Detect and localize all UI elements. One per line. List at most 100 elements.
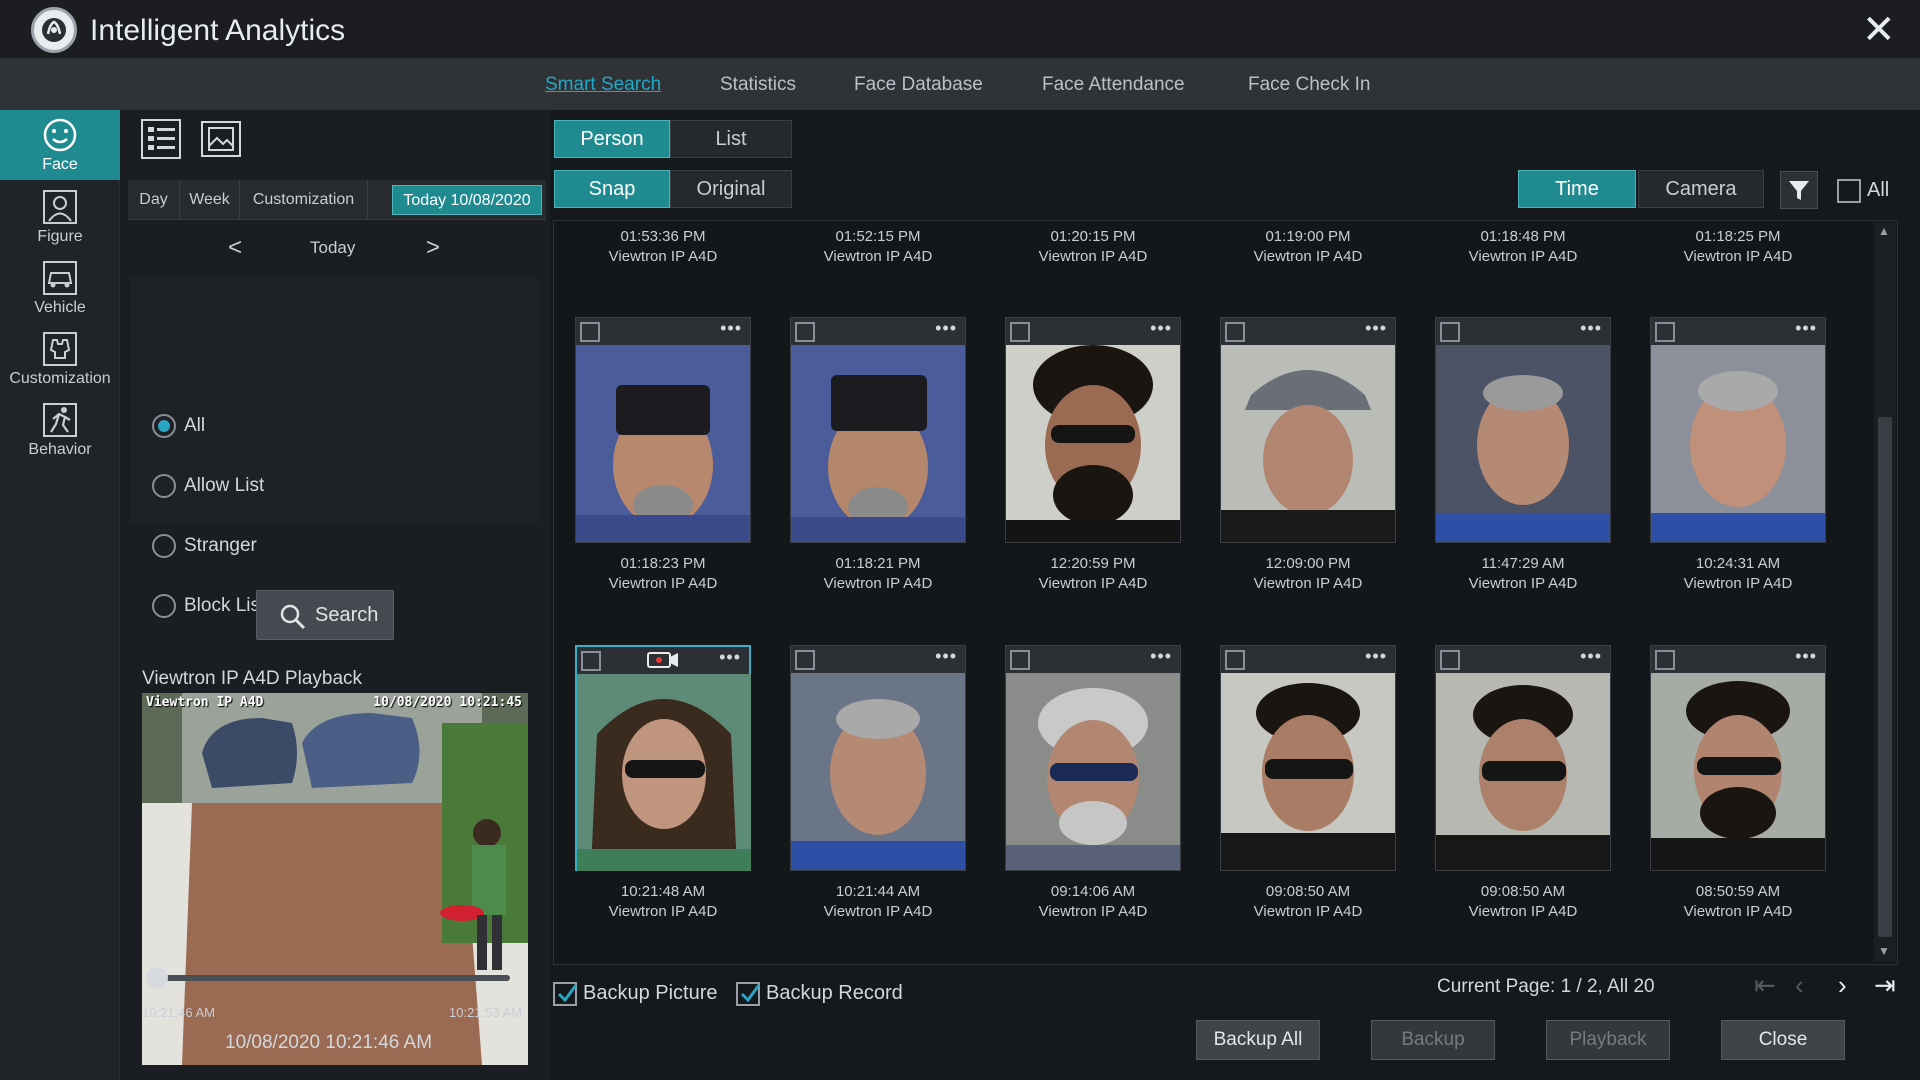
more-options-icon[interactable]: ••• xyxy=(720,318,742,339)
radio-all[interactable] xyxy=(152,414,176,438)
next-day-arrow[interactable]: > xyxy=(426,234,440,262)
tab-face-check-in[interactable]: Face Check In xyxy=(1248,74,1371,96)
card-checkbox[interactable] xyxy=(1010,650,1030,670)
image-original[interactable]: Original xyxy=(670,170,792,208)
select-all-checkbox[interactable] xyxy=(1837,179,1861,203)
card-checkbox[interactable] xyxy=(580,322,600,342)
face-card[interactable]: ••• xyxy=(790,645,966,871)
close-window-icon[interactable]: ✕ xyxy=(1862,10,1896,50)
face-card[interactable]: ••• xyxy=(1005,645,1181,871)
face-card[interactable]: ••• xyxy=(1435,645,1611,871)
card-checkbox[interactable] xyxy=(1225,322,1245,342)
next-page-icon[interactable]: › xyxy=(1838,970,1847,1001)
sidebar-item-face[interactable]: Face xyxy=(0,110,120,180)
more-options-icon[interactable]: ••• xyxy=(1795,646,1817,667)
face-card[interactable]: ••• xyxy=(790,317,966,543)
card-checkbox[interactable] xyxy=(1655,650,1675,670)
more-options-icon[interactable]: ••• xyxy=(1580,646,1602,667)
card-checkbox[interactable] xyxy=(1440,650,1460,670)
card-checkbox[interactable] xyxy=(1655,322,1675,342)
face-card[interactable]: ••• xyxy=(1005,317,1181,543)
last-page-icon[interactable]: ⇥ xyxy=(1874,970,1896,1001)
sidebar-item-customization[interactable]: Customization xyxy=(0,324,120,394)
card-checkbox[interactable] xyxy=(795,322,815,342)
filter-button[interactable] xyxy=(1780,171,1818,209)
backup-all-button[interactable]: Backup All xyxy=(1196,1020,1320,1060)
mode-person[interactable]: Person xyxy=(554,120,670,158)
scrollbar-thumb[interactable] xyxy=(1878,417,1892,937)
radio-block-list[interactable] xyxy=(152,594,176,618)
search-button[interactable]: Search xyxy=(256,590,394,640)
playback-slider-track[interactable] xyxy=(160,975,510,981)
period-customization[interactable]: Customization xyxy=(240,180,368,220)
more-options-icon[interactable]: ••• xyxy=(1150,318,1172,339)
list-view-icon[interactable] xyxy=(140,118,182,160)
sort-camera[interactable]: Camera xyxy=(1638,170,1764,208)
face-thumbnail xyxy=(577,674,751,871)
face-card[interactable]: ••• xyxy=(575,317,751,543)
face-card[interactable]: ••• xyxy=(1220,645,1396,871)
backup-picture-label: Backup Picture xyxy=(583,982,718,1004)
playback-button[interactable]: Playback xyxy=(1546,1020,1670,1060)
list-item: 12:09:00 PM Viewtron IP A4D xyxy=(1253,555,1363,592)
list-item: 09:08:50 AM Viewtron IP A4D xyxy=(1468,883,1578,920)
radio-label-all: All xyxy=(184,415,206,436)
list-item: 01:52:15 PM Viewtron IP A4D xyxy=(823,228,933,265)
mode-list[interactable]: List xyxy=(670,120,792,158)
list-item: 01:20:15 PM Viewtron IP A4D xyxy=(1038,228,1148,265)
period-day[interactable]: Day xyxy=(128,180,180,220)
card-checkbox[interactable] xyxy=(795,650,815,670)
card-checkbox[interactable] xyxy=(1440,322,1460,342)
card-checkbox[interactable] xyxy=(1010,322,1030,342)
face-card[interactable]: ••• xyxy=(1650,645,1826,871)
previous-page-icon[interactable]: ‹ xyxy=(1795,970,1804,1001)
more-options-icon[interactable]: ••• xyxy=(1365,646,1387,667)
more-options-icon[interactable]: ••• xyxy=(1365,318,1387,339)
results-scrollbar[interactable]: ▲ ▼ xyxy=(1874,222,1896,962)
radio-allow-list[interactable] xyxy=(152,474,176,498)
card-checkbox[interactable] xyxy=(581,651,601,671)
backup-picture-checkbox[interactable] xyxy=(553,982,578,1006)
image-snap[interactable]: Snap xyxy=(554,170,670,208)
list-filter: All Allow List Stranger Block List xyxy=(130,278,540,618)
more-options-icon[interactable]: ••• xyxy=(719,647,741,668)
backup-record-checkbox[interactable] xyxy=(736,982,761,1006)
tab-statistics[interactable]: Statistics xyxy=(720,74,796,96)
list-item: 01:18:23 PM Viewtron IP A4D xyxy=(608,555,718,592)
backup-button[interactable]: Backup xyxy=(1371,1020,1495,1060)
face-thumbnail xyxy=(1436,673,1610,870)
list-item: 01:53:36 PM Viewtron IP A4D xyxy=(608,228,718,265)
tab-face-database[interactable]: Face Database xyxy=(854,74,983,96)
period-today[interactable]: Today 10/08/2020 xyxy=(392,185,542,215)
face-card[interactable]: ••• xyxy=(1650,317,1826,543)
more-options-icon[interactable]: ••• xyxy=(1795,318,1817,339)
more-options-icon[interactable]: ••• xyxy=(935,646,957,667)
period-week[interactable]: Week xyxy=(180,180,240,220)
scroll-down-arrow[interactable]: ▼ xyxy=(1878,944,1890,958)
sidebar-item-behavior[interactable]: Behavior xyxy=(0,395,120,465)
radio-stranger[interactable] xyxy=(152,534,176,558)
sort-time[interactable]: Time xyxy=(1518,170,1636,208)
face-card[interactable]: ••• xyxy=(1435,317,1611,543)
sidebar-item-vehicle[interactable]: Vehicle xyxy=(0,253,120,323)
sidebar-item-figure[interactable]: Figure xyxy=(0,182,120,252)
app-logo-icon xyxy=(31,7,77,53)
playback-record-icon[interactable] xyxy=(647,651,679,669)
tab-smart-search[interactable]: Smart Search xyxy=(545,74,661,96)
first-page-icon[interactable]: ⇤ xyxy=(1754,970,1776,1001)
previous-day-arrow[interactable]: < xyxy=(228,234,242,262)
tab-face-attendance[interactable]: Face Attendance xyxy=(1042,74,1185,96)
close-button[interactable]: Close xyxy=(1721,1020,1845,1060)
scroll-up-arrow[interactable]: ▲ xyxy=(1878,224,1890,238)
playback-title: Viewtron IP A4D Playback xyxy=(142,668,363,689)
more-options-icon[interactable]: ••• xyxy=(935,318,957,339)
more-options-icon[interactable]: ••• xyxy=(1150,646,1172,667)
image-view-icon[interactable] xyxy=(200,118,242,160)
more-options-icon[interactable]: ••• xyxy=(1580,318,1602,339)
playback-slider-handle[interactable] xyxy=(146,967,168,989)
face-card[interactable]: ••• xyxy=(1220,317,1396,543)
figure-icon xyxy=(43,190,77,224)
face-card[interactable]: ••• xyxy=(575,645,751,871)
backup-record-label: Backup Record xyxy=(766,982,903,1004)
card-checkbox[interactable] xyxy=(1225,650,1245,670)
